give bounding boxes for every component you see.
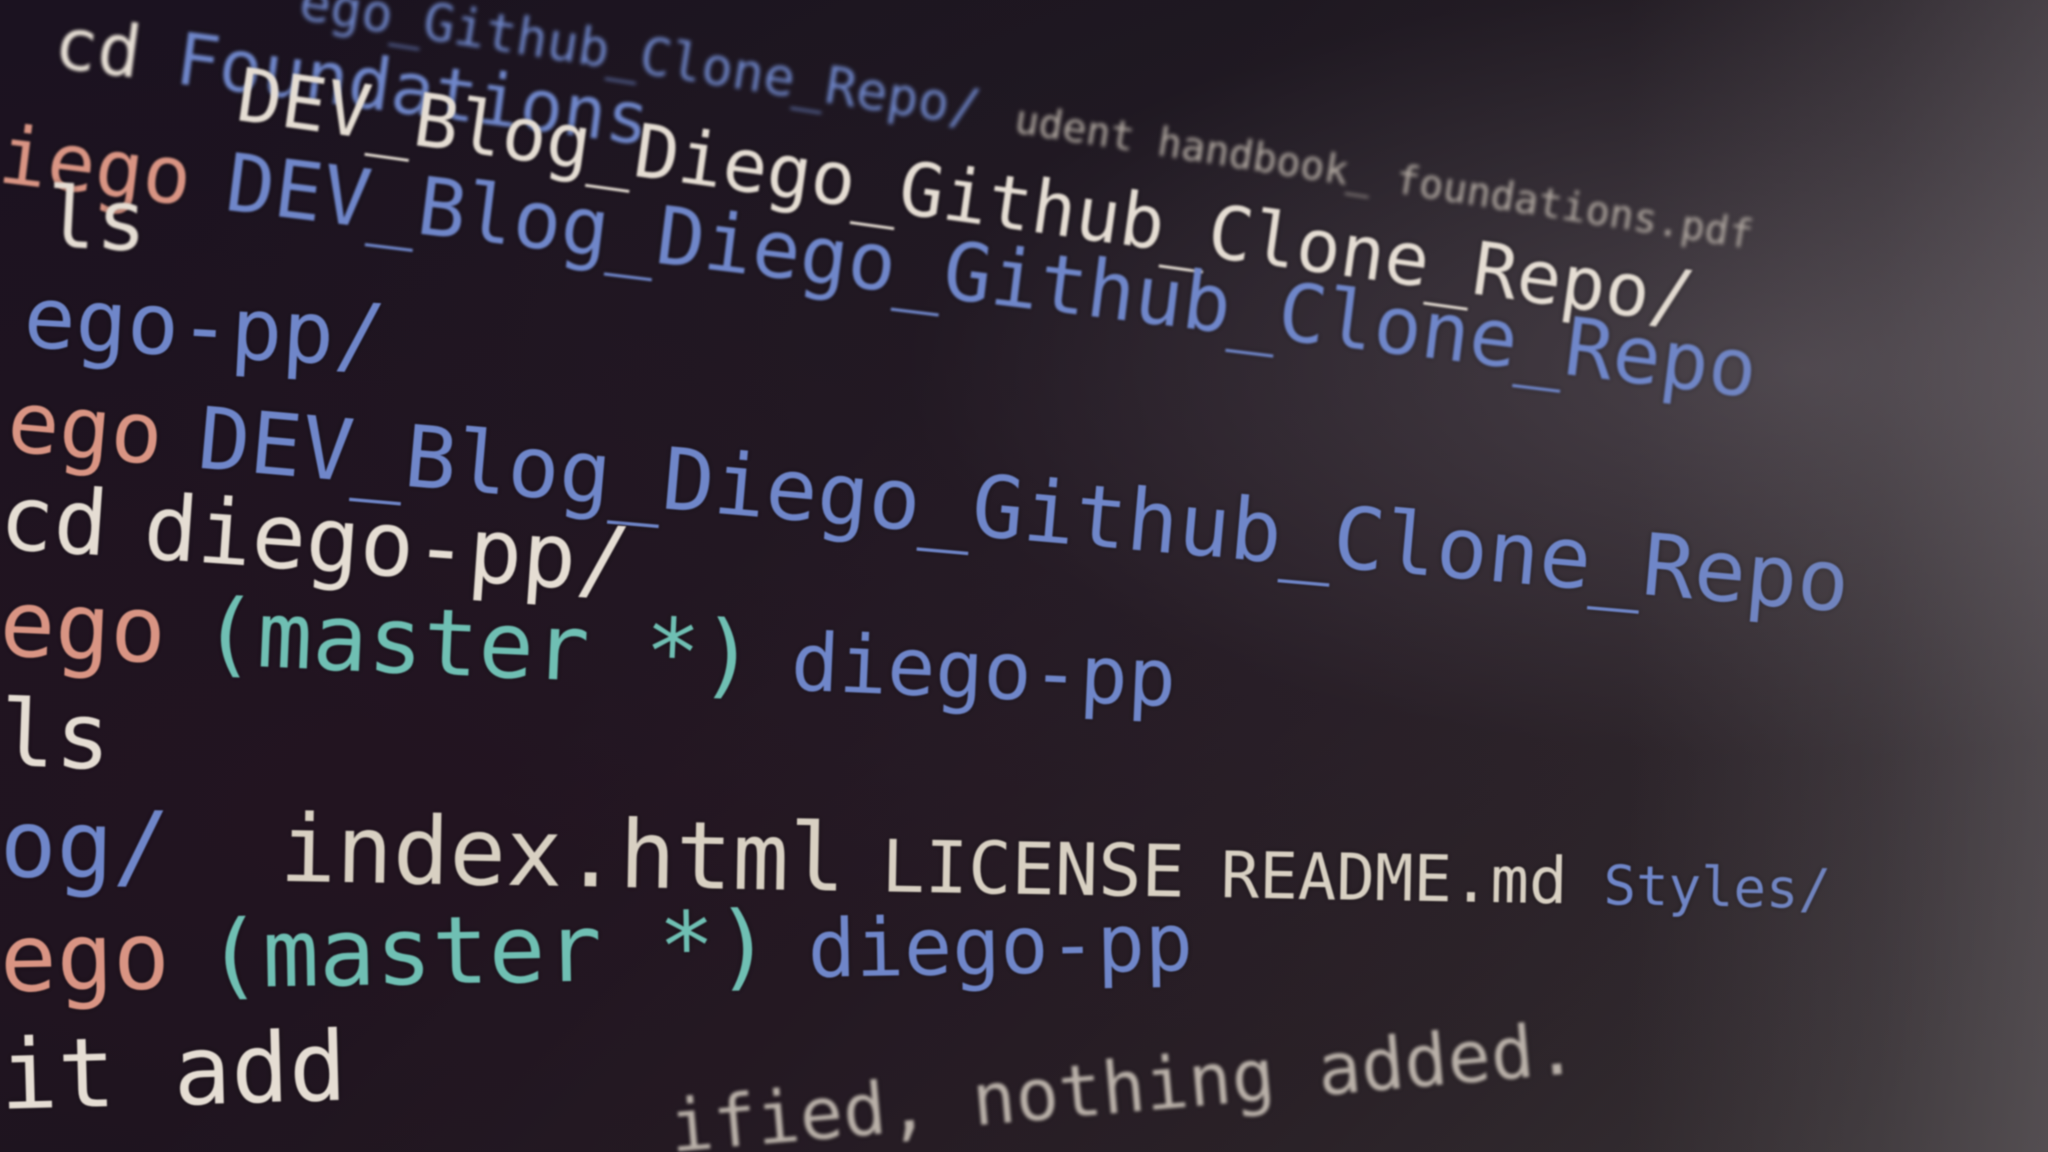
terminal-line: ified, nothing added. bbox=[666, 1006, 1580, 1152]
prompt-directory: diego-pp bbox=[806, 896, 1194, 996]
output-text: ified, nothing added. bbox=[666, 1005, 1581, 1152]
output-directory: og/ bbox=[0, 790, 171, 902]
command-text: cd bbox=[49, 0, 147, 95]
output-directory: Styles/ bbox=[1602, 853, 1832, 921]
command-text: it add bbox=[0, 1010, 349, 1132]
git-branch: (master *) bbox=[204, 891, 773, 1011]
prompt-directory: diego-pp bbox=[789, 615, 1179, 726]
prompt-user: ego bbox=[0, 902, 171, 1014]
command-text: cd bbox=[0, 465, 112, 578]
terminal-line: ego-pp/ bbox=[21, 268, 388, 387]
prompt-user: ego bbox=[0, 570, 169, 685]
terminal-line: it add bbox=[0, 1011, 348, 1132]
command-text: ls bbox=[43, 168, 150, 272]
output-file: README.md bbox=[1220, 839, 1569, 920]
output-directory: ego-pp/ bbox=[21, 268, 389, 387]
terminal-line: ls bbox=[0, 680, 113, 791]
terminal-line: ego (master *) diego-pp bbox=[0, 884, 1194, 1014]
terminal-line: ls bbox=[43, 168, 149, 271]
terminal-window: ego_Github_Clone_Repo/udent handbook_ fo… bbox=[0, 0, 2048, 1152]
command-text: ls bbox=[0, 680, 113, 791]
git-branch: (master *) bbox=[199, 578, 758, 710]
